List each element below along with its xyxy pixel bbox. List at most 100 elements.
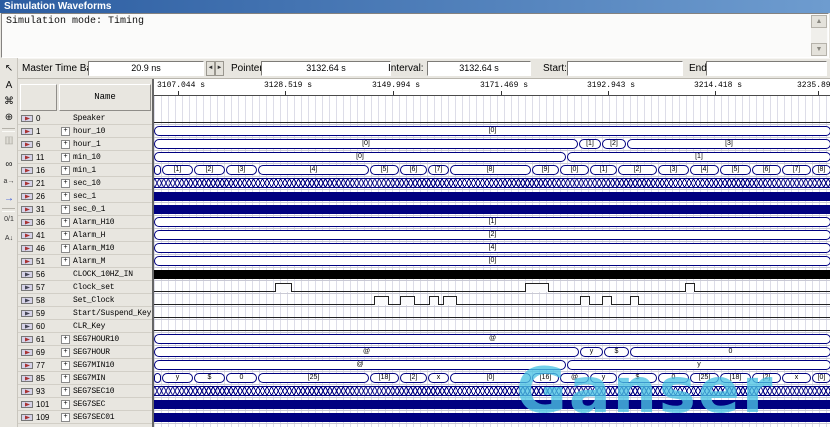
signal-name-row[interactable]: +SEG7HOUR10: [58, 333, 152, 346]
signal-name-row[interactable]: +SEG7SEC10: [58, 385, 152, 398]
expand-toggle[interactable]: +: [61, 335, 70, 344]
waveform-row-seg7hour[interactable]: @y$0: [154, 346, 830, 359]
signal-number-cell[interactable]: 85: [18, 372, 58, 385]
signal-name-row[interactable]: +hour_10: [58, 125, 152, 138]
signal-number-cell[interactable]: 6: [18, 138, 58, 151]
waveform-row-clock-set[interactable]: [154, 281, 830, 294]
signal-name-row[interactable]: +SEG7MIN10: [58, 359, 152, 372]
signal-number-cell[interactable]: 11: [18, 151, 58, 164]
signal-name-row[interactable]: Clock_set: [58, 281, 152, 294]
expand-toggle[interactable]: +: [61, 179, 70, 188]
waveform-row-sec-1[interactable]: [154, 190, 830, 203]
signal-number-cell[interactable]: 93: [18, 385, 58, 398]
signal-number-cell[interactable]: 56: [18, 268, 58, 281]
selection-tool-button[interactable]: ↖: [1, 61, 17, 77]
signal-number-cell[interactable]: 36: [18, 216, 58, 229]
expand-toggle[interactable]: +: [61, 374, 70, 383]
expand-toggle[interactable]: +: [61, 127, 70, 136]
waveform-editor-tool-button[interactable]: ⌘: [1, 94, 17, 110]
paste-button[interactable]: ▥: [1, 133, 17, 149]
signal-name-row[interactable]: +min_10: [58, 151, 152, 164]
signal-number-cell[interactable]: 51: [18, 255, 58, 268]
goto-transition-button[interactable]: →: [1, 191, 17, 207]
waveform-row-seg7sec[interactable]: [154, 398, 830, 411]
waveform-panel[interactable]: 3107.044 s3128.519 s3149.994 s3171.469 s…: [152, 79, 830, 427]
signal-number-cell[interactable]: 77: [18, 359, 58, 372]
signal-name-row[interactable]: +min_1: [58, 164, 152, 177]
signal-name-row[interactable]: Speaker: [58, 112, 152, 125]
waveform-row-hour-1[interactable]: [0][1][2][3]: [154, 138, 830, 151]
expand-toggle[interactable]: +: [61, 231, 70, 240]
waveform-row-alarm-m[interactable]: [0]: [154, 255, 830, 268]
expand-toggle[interactable]: +: [61, 205, 70, 214]
replace-button[interactable]: a→: [1, 174, 17, 190]
signal-name-row[interactable]: CLR_Key: [58, 320, 152, 333]
signal-number-cell[interactable]: 60: [18, 320, 58, 333]
waveform-row-alarm-h[interactable]: [2]: [154, 229, 830, 242]
expand-toggle[interactable]: +: [61, 244, 70, 253]
waveform-row-start-suspend-key[interactable]: [154, 307, 830, 320]
expand-toggle[interactable]: +: [61, 166, 70, 175]
signal-name-row[interactable]: +Alarm_H10: [58, 216, 152, 229]
waveform-row-set-clock[interactable]: [154, 294, 830, 307]
waveform-row-min-1[interactable]: [1][2][3][4][5][6][7][8][9][0][1][2][3][…: [154, 164, 830, 177]
signal-number-cell[interactable]: 31: [18, 203, 58, 216]
signal-name-row[interactable]: +Alarm_H: [58, 229, 152, 242]
signal-number-cell[interactable]: 57: [18, 281, 58, 294]
signal-number-cell[interactable]: 21: [18, 177, 58, 190]
signal-number-cell[interactable]: 41: [18, 229, 58, 242]
waveform-row-sec-10[interactable]: [154, 177, 830, 190]
signal-name-row[interactable]: +Alarm_M10: [58, 242, 152, 255]
waveform-row-clock-10hz-in[interactable]: [154, 268, 830, 281]
signal-name-row[interactable]: +sec_1: [58, 190, 152, 203]
signal-name-row[interactable]: +Alarm_M: [58, 255, 152, 268]
expand-toggle[interactable]: +: [61, 361, 70, 370]
signal-number-cell[interactable]: 69: [18, 346, 58, 359]
expand-toggle[interactable]: +: [61, 153, 70, 162]
signal-name-row[interactable]: +hour_1: [58, 138, 152, 151]
expand-toggle[interactable]: +: [61, 257, 70, 266]
waveform-row-seg7sec01[interactable]: [154, 411, 830, 424]
signal-name-row[interactable]: CLOCK_10HZ_IN: [58, 268, 152, 281]
waveform-row-sec-0-1[interactable]: [154, 203, 830, 216]
signal-name-row[interactable]: +SEG7SEC: [58, 398, 152, 411]
signal-name-row[interactable]: +SEG7HOUR: [58, 346, 152, 359]
signal-name-row[interactable]: +SEG7SEC01: [58, 411, 152, 424]
spin-left-button[interactable]: ◄: [206, 61, 215, 76]
waveform-row-min-10[interactable]: [0][1]: [154, 151, 830, 164]
waveform-row-seg7sec10[interactable]: [154, 385, 830, 398]
waveform-row-seg7min10[interactable]: @y: [154, 359, 830, 372]
sort-button[interactable]: A↓: [1, 231, 17, 247]
waveform-row-seg7min[interactable]: y$0[25][18][2]x[0][16]@y$0[25][18][2]x[0…: [154, 372, 830, 385]
signal-number-cell[interactable]: 16: [18, 164, 58, 177]
expand-toggle[interactable]: +: [61, 400, 70, 409]
master-time-bar-value[interactable]: 20.9 ns: [88, 61, 204, 76]
signal-number-cell[interactable]: 101: [18, 398, 58, 411]
waveform-row-alarm-m10[interactable]: [4]: [154, 242, 830, 255]
signal-number-cell[interactable]: 0: [18, 112, 58, 125]
waveform-row-seg7hour10[interactable]: @: [154, 333, 830, 346]
signal-number-cell[interactable]: 61: [18, 333, 58, 346]
expand-toggle[interactable]: +: [61, 140, 70, 149]
signal-number-cell[interactable]: 26: [18, 190, 58, 203]
waveform-row-speaker[interactable]: [154, 112, 830, 125]
expand-toggle[interactable]: +: [61, 218, 70, 227]
waveform-row-clr-key[interactable]: [154, 320, 830, 333]
signal-name-row[interactable]: Start/Suspend_Key: [58, 307, 152, 320]
signal-name-row[interactable]: Set_Clock: [58, 294, 152, 307]
signal-name-row[interactable]: +sec_10: [58, 177, 152, 190]
scroll-up-button[interactable]: ▲: [811, 15, 827, 28]
value-count-button[interactable]: 0/1: [1, 212, 17, 228]
expand-toggle[interactable]: +: [61, 387, 70, 396]
text-tool-button[interactable]: A: [1, 78, 17, 94]
signal-name-row[interactable]: +sec_0_1: [58, 203, 152, 216]
expand-toggle[interactable]: +: [61, 192, 70, 201]
signal-number-cell[interactable]: 58: [18, 294, 58, 307]
message-scrollbar[interactable]: ▲ ▼: [811, 15, 827, 56]
waveform-row-alarm-h10[interactable]: [1]: [154, 216, 830, 229]
signal-number-cell[interactable]: 59: [18, 307, 58, 320]
expand-toggle[interactable]: +: [61, 413, 70, 422]
zoom-tool-button[interactable]: ⊕: [1, 110, 17, 126]
spin-right-button[interactable]: ►: [215, 61, 224, 76]
scroll-down-button[interactable]: ▼: [811, 43, 827, 56]
